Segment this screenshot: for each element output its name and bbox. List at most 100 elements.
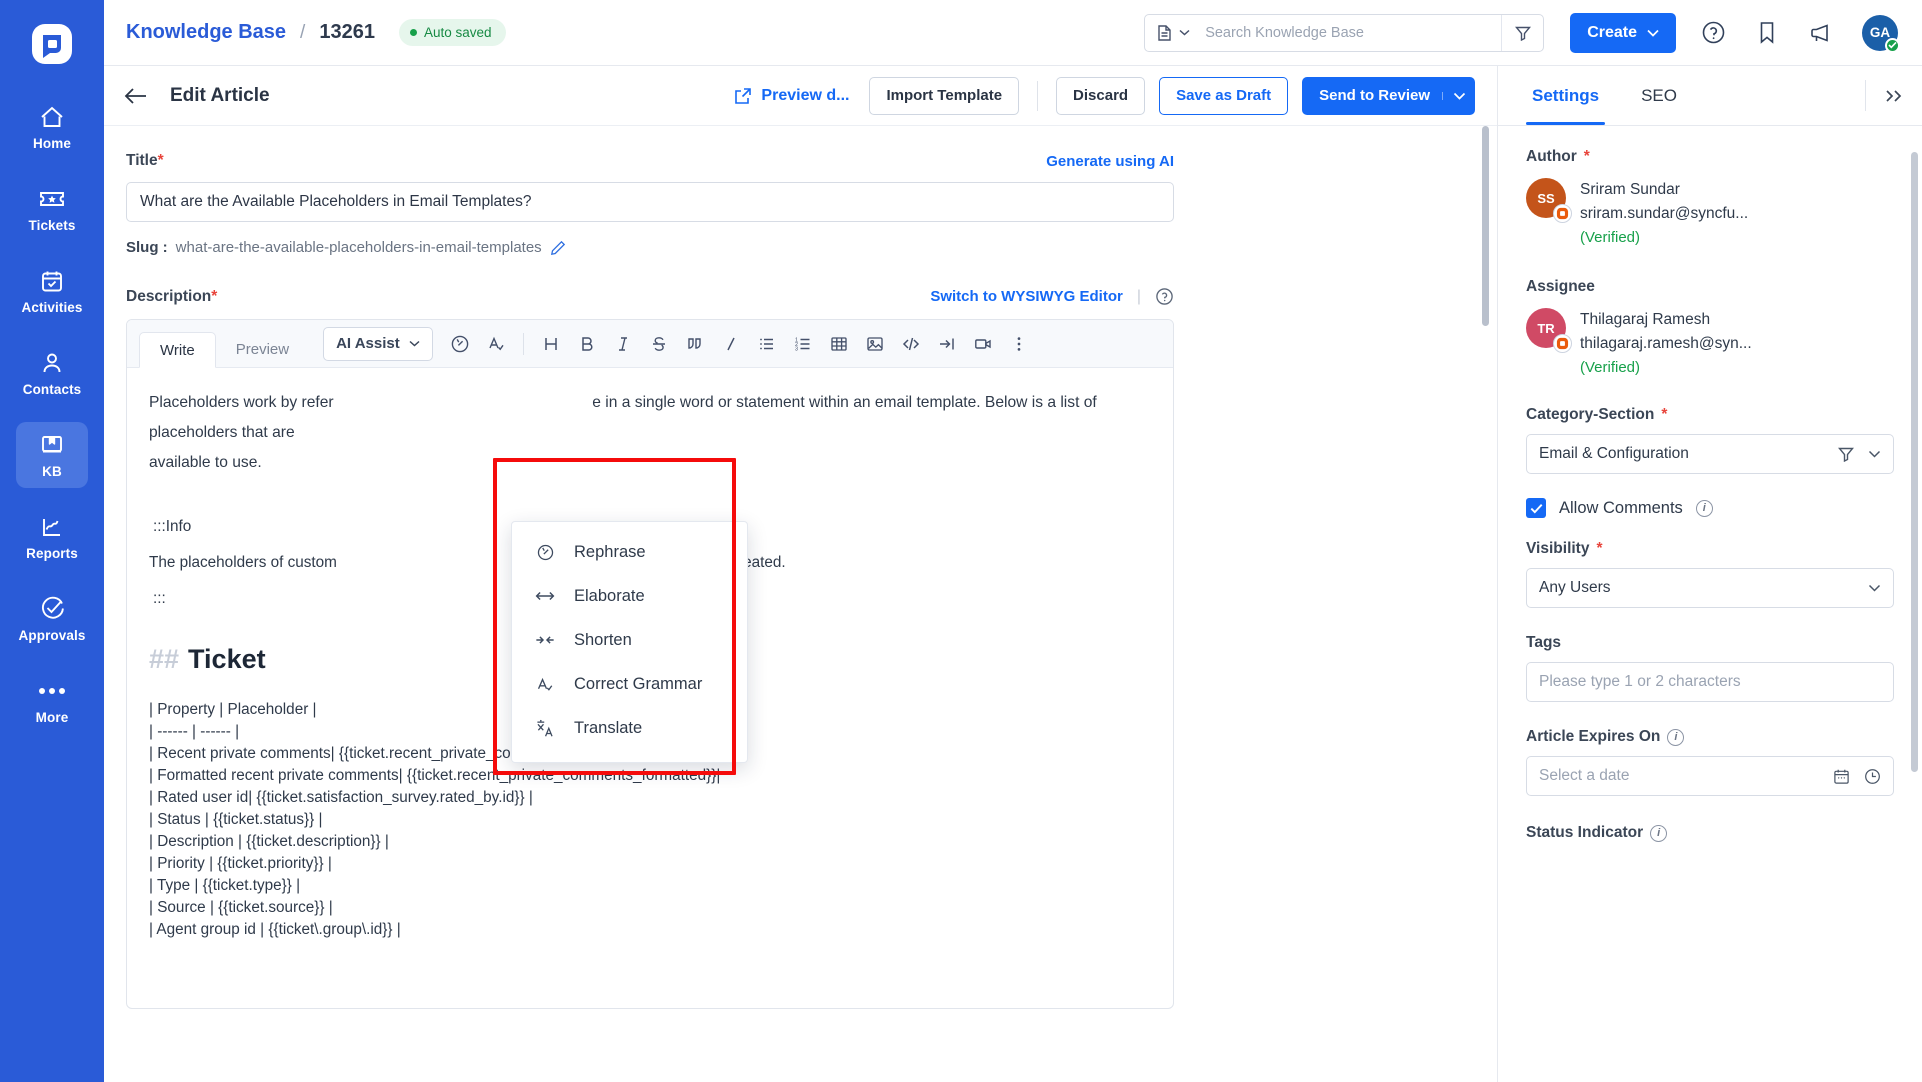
numbered-list-icon[interactable]: 123 (786, 327, 820, 361)
help-icon[interactable] (1155, 287, 1174, 306)
author-person[interactable]: SS Sriram Sundar sriram.sundar@syncfu...… (1526, 178, 1894, 250)
bookmark-icon[interactable] (1750, 16, 1784, 50)
ai-menu-item-elaborate[interactable]: Elaborate (512, 574, 747, 618)
expires-label-text: Article Expires On (1526, 728, 1661, 745)
ai-assist-menu[interactable]: Rephrase Elaborate Shorten Correct Gramm… (511, 521, 748, 763)
ai-menu-item-correct-grammar[interactable]: Correct Grammar (512, 662, 747, 706)
edit-slug-icon[interactable] (550, 240, 566, 256)
table-line: | Source | {{ticket.source}} | (149, 899, 333, 916)
announcement-icon[interactable] (1804, 16, 1838, 50)
avatar[interactable]: GA (1862, 14, 1900, 53)
page-title: Edit Article (170, 84, 270, 106)
description-label: Description* (126, 288, 217, 306)
search-filter-button[interactable] (1501, 14, 1543, 51)
settings-scrollbar-thumb[interactable] (1911, 152, 1918, 772)
preview-draft-link[interactable]: Preview d... (734, 87, 849, 105)
title-input[interactable] (126, 182, 1174, 222)
sidebar-item-label: Contacts (22, 381, 82, 397)
tab-write[interactable]: Write (139, 332, 216, 368)
help-icon[interactable] (1696, 16, 1730, 50)
author-email: sriram.sundar@syncfu... (1580, 205, 1749, 222)
chevron-double-right-icon[interactable] (1866, 66, 1922, 125)
heading-text: Ticket (188, 644, 266, 674)
ai-menu-item-shorten[interactable]: Shorten (512, 618, 747, 662)
calendar-icon[interactable] (1833, 768, 1850, 785)
settings-panel-tabs: Settings SEO (1498, 66, 1922, 126)
code-inline-icon[interactable] (714, 327, 748, 361)
ai-assist-button[interactable]: AI Assist (323, 326, 433, 361)
chevron-down-icon[interactable] (1868, 450, 1881, 458)
external-link-icon (735, 87, 752, 104)
ai-menu-item-translate[interactable]: Translate (512, 706, 747, 750)
search-scope-selector[interactable] (1145, 24, 1199, 42)
allow-comments-checkbox[interactable] (1526, 498, 1546, 518)
filter-icon[interactable] (1838, 446, 1854, 462)
heading-icon[interactable] (534, 327, 568, 361)
sidebar-item-reports[interactable]: Reports (16, 504, 88, 570)
more-icon[interactable] (1002, 327, 1036, 361)
table-line: | Description | {{ticket.description}} | (149, 833, 389, 850)
category-field: Category-Section * Email & Configuration (1526, 406, 1894, 474)
visibility-select[interactable]: Any Users (1526, 568, 1894, 608)
title-row: Title* Generate using AI (126, 152, 1174, 170)
info-text-part-a: The placeholders of custom (149, 554, 337, 571)
sidebar-item-tickets[interactable]: Tickets (16, 176, 88, 242)
save-as-draft-button[interactable]: Save as Draft (1159, 76, 1289, 115)
ai-menu-label: Correct Grammar (574, 674, 703, 693)
app-logo-icon[interactable] (28, 20, 76, 68)
sidebar-item-kb[interactable]: KB (16, 422, 88, 488)
bold-icon[interactable] (570, 327, 604, 361)
search-input[interactable] (1199, 14, 1502, 51)
italic-icon[interactable] (606, 327, 640, 361)
send-to-review-button[interactable]: Send to Review (1302, 76, 1475, 115)
image-icon[interactable] (858, 327, 892, 361)
switch-wysiwyg-link[interactable]: Switch to WYSIWYG Editor (930, 288, 1123, 305)
sidebar-item-contacts[interactable]: Contacts (16, 340, 88, 406)
strikethrough-icon[interactable] (642, 327, 676, 361)
indent-icon[interactable] (930, 327, 964, 361)
chevron-down-icon[interactable] (1868, 584, 1881, 592)
history-icon[interactable] (443, 327, 477, 361)
tab-seo[interactable]: SEO (1635, 66, 1683, 125)
main-scrollbar-thumb[interactable] (1482, 126, 1489, 326)
allow-comments-row[interactable]: Allow Comments i (1526, 498, 1894, 518)
generate-using-ai-link[interactable]: Generate using AI (1046, 153, 1174, 170)
grammar-icon[interactable] (479, 327, 513, 361)
assignee-person[interactable]: TR Thilagaraj Ramesh thilagaraj.ramesh@s… (1526, 308, 1894, 380)
send-to-review-dropdown[interactable] (1442, 91, 1466, 100)
clock-icon[interactable] (1864, 768, 1881, 785)
back-arrow-icon[interactable] (122, 82, 150, 110)
sidebar-item-activities[interactable]: Activities (16, 258, 88, 324)
tab-settings[interactable]: Settings (1526, 66, 1606, 125)
main-scroll-region[interactable]: Title* Generate using AI Slug : what-are… (104, 126, 1497, 1082)
discard-button[interactable]: Discard (1056, 76, 1146, 115)
create-button[interactable]: Create (1570, 12, 1676, 53)
info-icon[interactable]: i (1667, 728, 1685, 746)
ai-menu-item-rephrase[interactable]: Rephrase (512, 530, 747, 574)
tags-field: Tags Please type 1 or 2 characters (1526, 634, 1894, 702)
send-to-review-label: Send to Review (1319, 87, 1430, 104)
tags-input[interactable]: Please type 1 or 2 characters (1526, 662, 1894, 702)
info-icon[interactable]: i (1650, 824, 1668, 842)
svg-text:3: 3 (795, 346, 798, 352)
video-icon[interactable] (966, 327, 1000, 361)
tab-preview[interactable]: Preview (216, 331, 309, 367)
sidebar-item-more[interactable]: More (16, 668, 88, 734)
sidebar-item-approvals[interactable]: Approvals (16, 586, 88, 652)
table-icon[interactable] (822, 327, 856, 361)
code-block-icon[interactable] (894, 327, 928, 361)
description-row: Description* Switch to WYSIWYG Editor | (126, 287, 1174, 306)
bullet-list-icon[interactable] (750, 327, 784, 361)
expires-date-input[interactable]: Select a date (1526, 756, 1894, 796)
category-select[interactable]: Email & Configuration (1526, 434, 1894, 474)
import-template-button[interactable]: Import Template (869, 76, 1020, 115)
sidebar-item-home[interactable]: Home (16, 94, 88, 160)
editor-paragraph-1-cont: available to use. (149, 454, 262, 471)
sidebar-item-label: Home (33, 135, 71, 151)
breadcrumb-knowledge-base[interactable]: Knowledge Base (126, 21, 286, 44)
info-icon[interactable]: i (1695, 499, 1713, 517)
settings-panel-body[interactable]: Author * SS Sriram Sundar sriram.sundar@s… (1498, 126, 1922, 1082)
quote-icon[interactable] (678, 327, 712, 361)
author-label-text: Author (1526, 148, 1577, 165)
editor-paragraph-1: Placeholders work by refer e in a single… (149, 388, 1151, 448)
